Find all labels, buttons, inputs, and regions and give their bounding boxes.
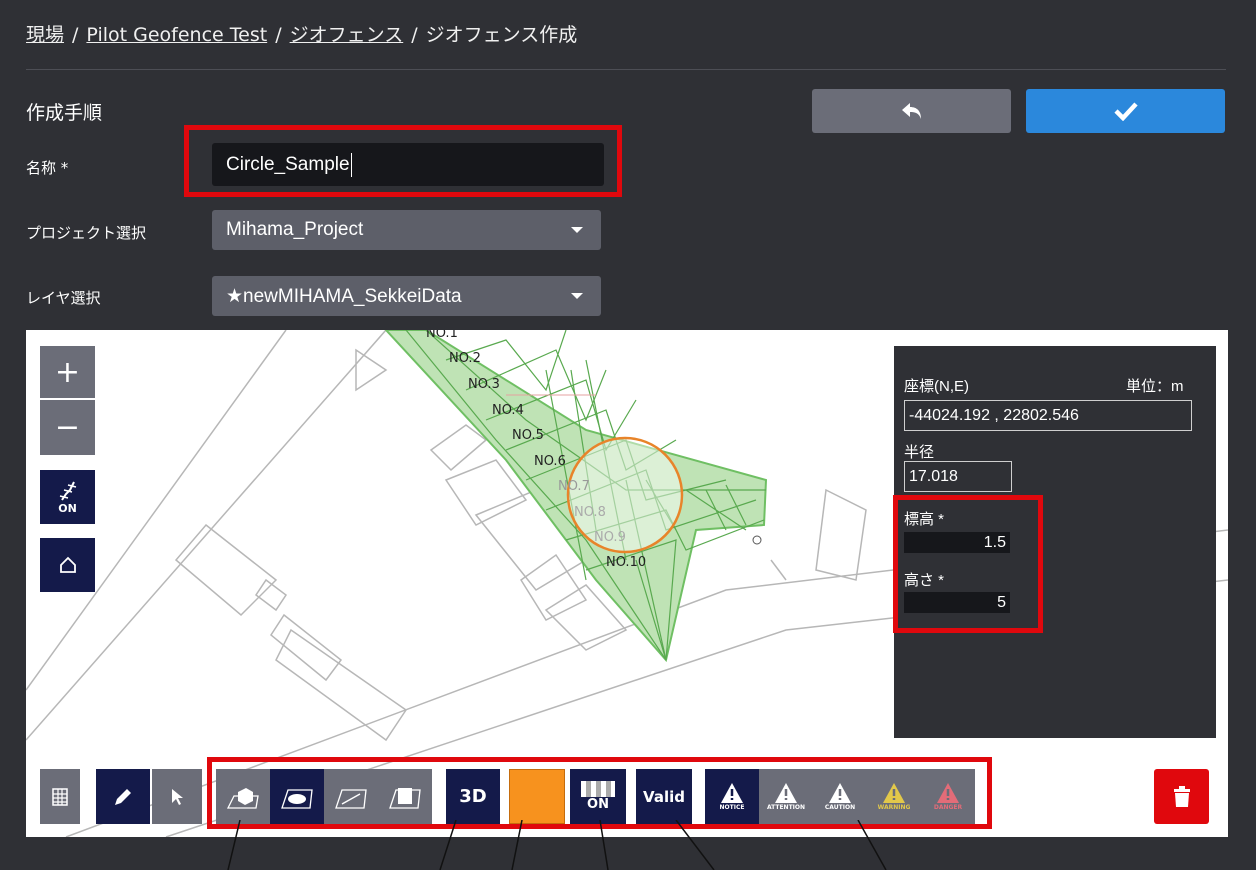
coord-label: 座標(N,E) (904, 378, 969, 395)
breadcrumb: 現場 / Pilot Geofence Test / ジオフェンス / ジオフェンス作成 (26, 20, 577, 47)
breadcrumb-separator: / (275, 24, 282, 46)
confirm-button[interactable] (1026, 89, 1225, 133)
delete-button[interactable] (1154, 769, 1209, 824)
highlight-frame (207, 757, 992, 829)
chevron-down-icon (571, 227, 583, 233)
unit-label: 単位：m (1126, 378, 1184, 395)
station-marker (752, 535, 762, 545)
text-cursor (350, 152, 352, 177)
layer-select[interactable]: ★newMIHAMA_SekkeiData (212, 276, 601, 316)
layer-label: レイヤ選択 (26, 289, 101, 307)
checkmark-icon (1113, 102, 1138, 121)
station-label: NO.2 (449, 351, 481, 366)
grid-button[interactable] (40, 769, 80, 824)
trash-icon (1173, 785, 1190, 807)
alignment-icon (59, 481, 76, 501)
edit-button[interactable] (96, 769, 150, 824)
station-label: NO.4 (492, 403, 524, 418)
back-button[interactable] (812, 89, 1011, 133)
divider (26, 69, 1226, 70)
zoom-in-button[interactable]: + (40, 346, 95, 398)
station-label: NO.5 (512, 428, 544, 443)
station-label: NO.3 (468, 377, 500, 392)
station-label: NO.1 (426, 330, 458, 341)
breadcrumb-separator: / (72, 24, 79, 46)
radius-input[interactable]: 17.018 (904, 461, 1012, 492)
station-label: NO.6 (534, 454, 566, 469)
layer-toggle-label: ON (58, 501, 77, 515)
breadcrumb-geofence-link[interactable]: ジオフェンス (290, 24, 404, 46)
station-label: NO.8 (574, 505, 606, 520)
undo-arrow-icon (901, 103, 921, 119)
name-label: 名称 * (26, 159, 69, 177)
zoom-out-button[interactable]: − (40, 400, 95, 455)
breadcrumb-site-link[interactable]: Pilot Geofence Test (86, 24, 267, 46)
name-input[interactable]: Circle_Sample (212, 143, 604, 186)
callout-lines (227, 820, 887, 870)
coord-input[interactable]: -44024.192 , 22802.546 (904, 400, 1192, 431)
home-button[interactable] (40, 538, 95, 592)
project-label: プロジェクト選択 (26, 224, 147, 242)
section-title: 作成手順 (26, 102, 103, 124)
breadcrumb-current: ジオフェンス作成 (425, 24, 578, 46)
layer-toggle-button[interactable]: ON (40, 470, 95, 524)
project-select-value: Mihama_Project (226, 219, 364, 240)
grid-icon (52, 787, 68, 806)
highlight-frame (893, 495, 1043, 633)
breadcrumb-separator: / (411, 24, 418, 46)
name-input-value: Circle_Sample (226, 153, 350, 175)
chevron-down-icon (571, 293, 583, 299)
select-button[interactable] (152, 769, 202, 824)
cursor-icon (172, 788, 183, 805)
station-label: NO.7 (558, 479, 590, 494)
layer-select-value: ★newMIHAMA_SekkeiData (226, 285, 462, 307)
home-icon (59, 556, 76, 573)
radius-label: 半径 (904, 444, 935, 461)
station-label: NO.10 (606, 555, 647, 570)
breadcrumb-home-link[interactable]: 現場 (26, 24, 64, 46)
project-select[interactable]: Mihama_Project (212, 210, 601, 250)
pencil-icon (115, 788, 131, 805)
station-label: NO.9 (594, 530, 626, 545)
